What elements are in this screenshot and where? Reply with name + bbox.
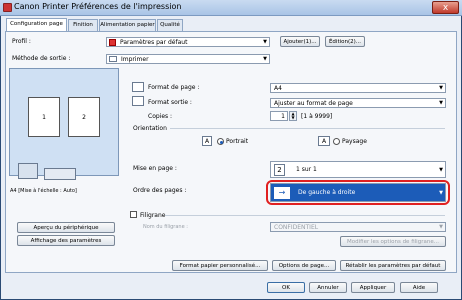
restore-defaults-button[interactable]: Rétablir les paramètres par défaut [340,260,446,271]
orientation-divider [170,128,445,129]
edit-watermark-button[interactable]: Modifier les options de filigrane... [340,236,446,247]
profile-label: Profil : [12,38,31,45]
printer-icon [109,56,117,62]
page-order-value: De gauche à droite [298,189,356,196]
layout-value: 1 sur 1 [296,166,317,173]
page-format-label: Format de page : [148,84,200,91]
layout-icon: 2 [274,164,285,176]
add-profile-button[interactable]: Ajouter(1)... [280,36,320,47]
watermark-name-label: Nom du filigrane : [143,224,188,230]
layout-label: Mise en page : [133,165,177,172]
page-preview: 1 2 [9,68,119,176]
page-order-label: Ordre des pages : [133,187,187,194]
profile-value: Paramètres par défaut [120,39,188,46]
preview-page-1: 1 [28,97,60,137]
profile-select[interactable]: Paramètres par défaut ▼ [106,37,270,47]
watermark-select[interactable]: CONFIDENTIEL ▼ [270,222,446,232]
tab-configuration-page[interactable]: Configuration page [6,18,67,32]
copies-range: [1 à 9999] [301,113,333,120]
copies-input[interactable]: 1 [270,111,288,121]
watermark-value: CONFIDENTIEL [274,224,319,231]
output-format-select[interactable]: Ajuster au format de page ▼ [270,98,446,108]
cancel-button[interactable]: Annuler [309,282,347,293]
portrait-icon: A [202,136,212,146]
page-options-button[interactable]: Options de page... [272,260,336,271]
page-format-icon [132,82,144,92]
left-to-right-icon: → [274,187,290,199]
copies-spinner[interactable]: ▲ ▼ [289,111,297,121]
printer-app-icon [3,3,12,12]
portrait-label: Portrait [226,138,249,145]
chevron-down-icon: ▼ [439,190,443,196]
apply-button[interactable]: Appliquer [351,282,395,293]
landscape-icon: A [318,136,330,146]
page-format-select[interactable]: A4 ▼ [270,83,446,93]
chevron-down-icon: ▼ [439,224,443,230]
landscape-radio[interactable] [333,138,340,145]
window-title: Canon Printer Préférences de l'impressio… [14,2,182,11]
orientation-label: Orientation [133,125,167,132]
tab-qualite[interactable]: Qualité [157,19,183,31]
printer-device-icon [18,163,38,179]
output-format-label: Format sortie : [148,99,192,106]
output-format-icon [132,96,144,106]
copies-label: Copies : [148,113,173,120]
close-button[interactable]: x [432,1,459,14]
display-settings-button[interactable]: Affichage des paramètres [17,235,115,246]
ok-button[interactable]: OK [267,282,305,293]
watermark-label: Filigrane [140,212,166,219]
portrait-radio[interactable] [217,138,224,145]
watermark-divider [165,215,445,216]
profile-icon [109,39,116,46]
landscape-label: Paysage [342,138,367,145]
chevron-down-icon: ▼ [439,85,443,91]
chevron-down-icon: ▼ [263,39,267,45]
output-method-select[interactable]: Imprimer ▼ [106,54,270,64]
chevron-down-icon: ▼ [439,100,443,106]
output-method-label: Méthode de sortie : [12,55,71,62]
tab-finition[interactable]: Finition [68,19,98,31]
tab-alimentation-papier[interactable]: Alimentation papier [99,19,156,31]
finishing-icon [44,168,76,180]
output-method-value: Imprimer [121,56,149,63]
layout-select[interactable]: 2 1 sur 1 ▼ [270,161,446,178]
help-button[interactable]: Aide [400,282,438,293]
preview-caption: A4 [Mise à l'échelle : Auto] [10,188,77,194]
edit-profile-button[interactable]: Édition(2)... [325,36,365,47]
custom-paper-button[interactable]: Format papier personnalisé... [172,260,268,271]
chevron-down-icon: ▼ [439,167,443,173]
device-preview-button[interactable]: Aperçu du périphérique [17,222,115,233]
chevron-down-icon: ▼ [263,56,267,62]
watermark-checkbox[interactable] [130,211,137,218]
page-format-value: A4 [274,85,282,92]
output-format-value: Ajuster au format de page [274,100,353,107]
preview-page-2: 2 [68,97,100,137]
page-order-select[interactable]: → De gauche à droite ▼ [270,183,446,202]
